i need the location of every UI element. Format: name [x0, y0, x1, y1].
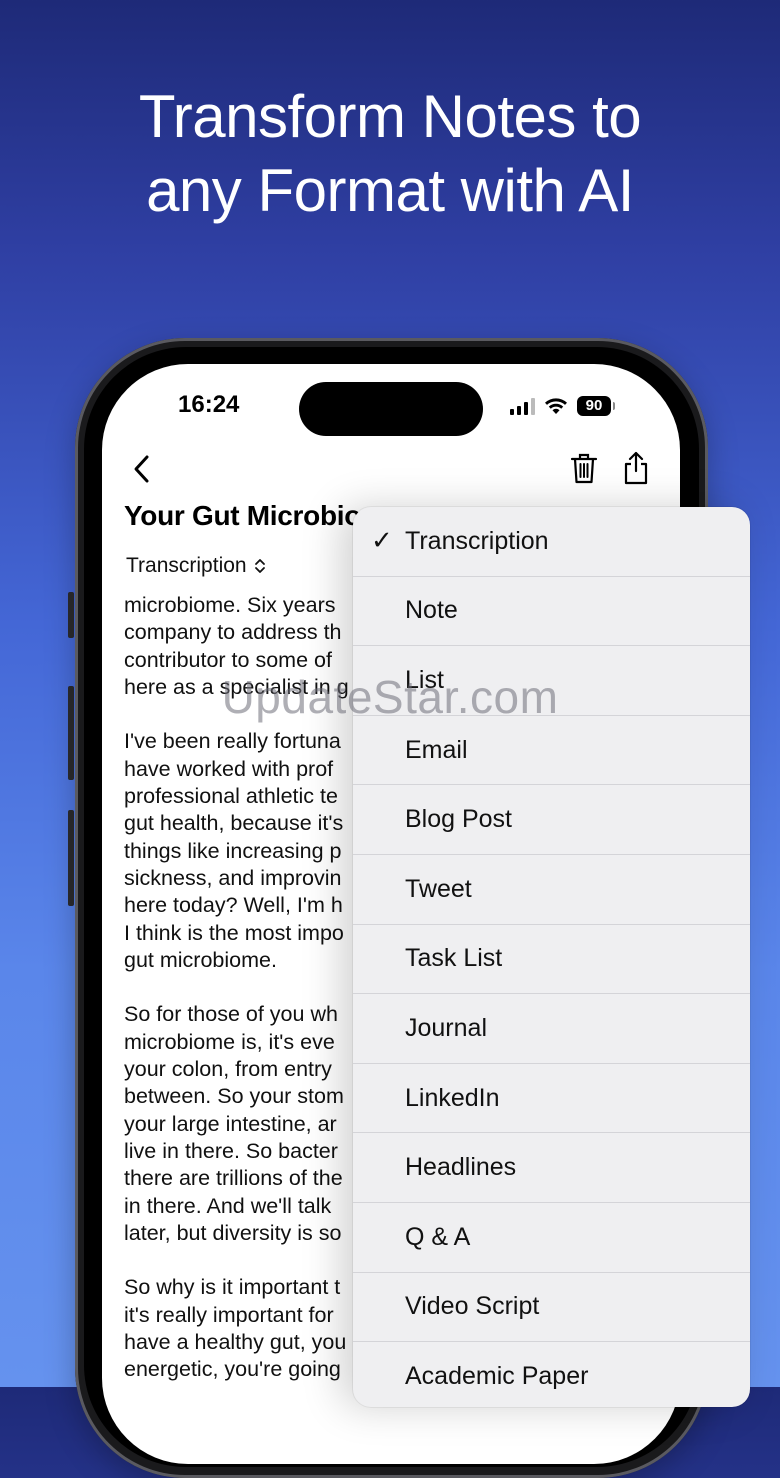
- menu-item-transcription[interactable]: ✓ Transcription: [353, 507, 750, 577]
- share-icon[interactable]: [622, 450, 650, 486]
- menu-item-email[interactable]: Email: [353, 716, 750, 786]
- headline-line-2: any Format with AI: [146, 157, 634, 224]
- menu-item-video-script[interactable]: Video Script: [353, 1273, 750, 1343]
- menu-item-tweet[interactable]: Tweet: [353, 855, 750, 925]
- menu-item-blog-post[interactable]: Blog Post: [353, 785, 750, 855]
- checkmark-icon: ✓: [371, 525, 393, 556]
- headline-line-1: Transform Notes to: [138, 83, 642, 150]
- menu-item-journal[interactable]: Journal: [353, 994, 750, 1064]
- document-title: Your Gut Microbio: [124, 500, 362, 531]
- menu-item-headlines[interactable]: Headlines: [353, 1133, 750, 1203]
- status-time: 16:24: [178, 391, 240, 418]
- menu-item-academic-paper[interactable]: Academic Paper: [353, 1342, 750, 1407]
- chevron-left-icon[interactable]: [130, 452, 154, 486]
- menu-item-label: Transcription: [405, 526, 549, 555]
- menu-item-linkedin[interactable]: LinkedIn: [353, 1064, 750, 1134]
- menu-item-task-list[interactable]: Task List: [353, 925, 750, 995]
- menu-item-note[interactable]: Note: [353, 577, 750, 647]
- menu-item-label: LinkedIn: [405, 1083, 500, 1112]
- watermark: UpdateStar.com: [221, 671, 559, 723]
- chevron-up-down-icon: [254, 559, 265, 573]
- phone-volume-down-button: [68, 810, 74, 906]
- menu-item-label: Blog Post: [405, 805, 513, 834]
- menu-item-label: Headlines: [405, 1153, 517, 1182]
- dynamic-island: [299, 382, 483, 436]
- menu-item-label: Q & A: [405, 1222, 471, 1251]
- menu-item-label: Journal: [405, 1013, 487, 1042]
- trash-icon[interactable]: [570, 452, 598, 486]
- phone-action-button: [68, 592, 74, 638]
- battery-icon: 90: [577, 396, 615, 416]
- format-menu: ✓ Transcription Note List Email Blog Pos…: [353, 507, 750, 1407]
- menu-item-label: Tweet: [405, 874, 472, 903]
- menu-item-label: Email: [405, 735, 468, 764]
- cellular-signal-icon: [510, 397, 535, 415]
- menu-item-q-and-a[interactable]: Q & A: [353, 1203, 750, 1273]
- menu-item-label: Note: [405, 596, 458, 625]
- menu-item-label: Task List: [405, 944, 503, 973]
- menu-item-label: Video Script: [405, 1292, 540, 1321]
- wifi-icon: [545, 398, 567, 414]
- format-picker-label: Transcription: [126, 554, 247, 577]
- status-icons: 90: [510, 392, 615, 420]
- promo-headline: Transform Notes to any Format with AI: [0, 80, 780, 228]
- format-picker[interactable]: Transcription: [126, 554, 267, 578]
